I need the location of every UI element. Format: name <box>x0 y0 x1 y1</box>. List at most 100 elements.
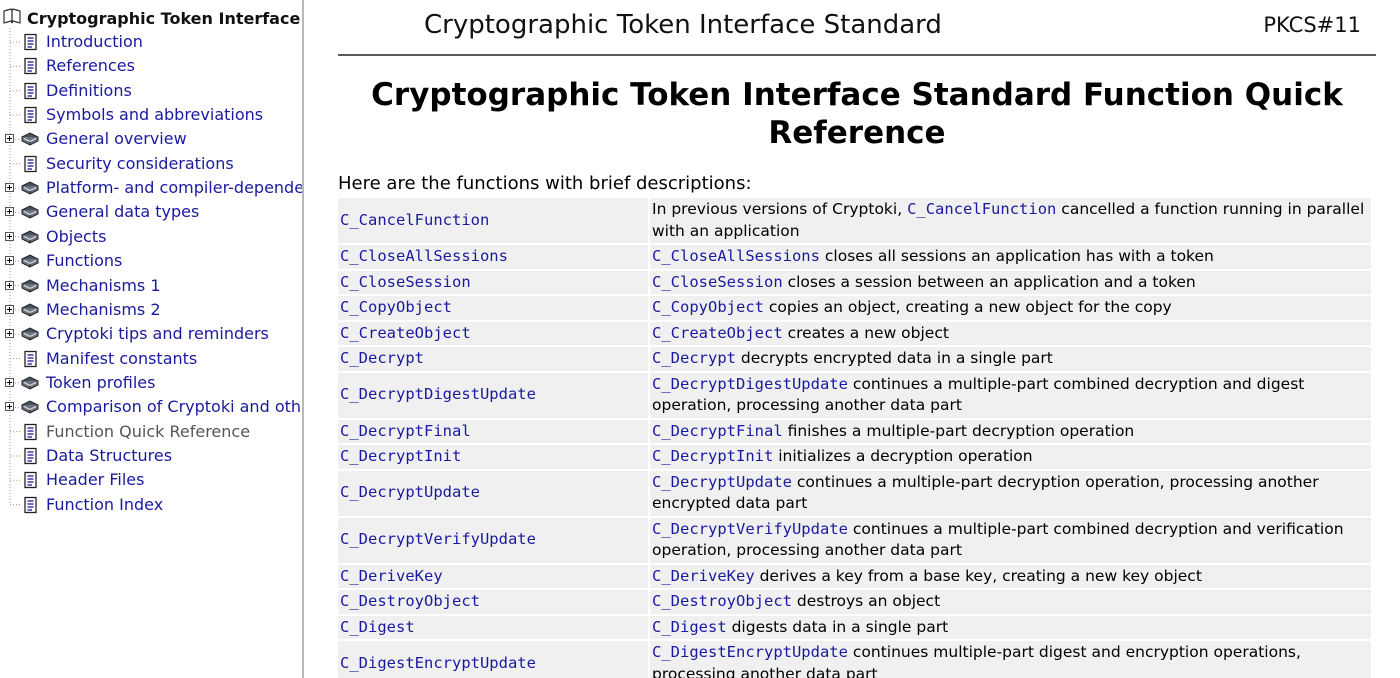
sidebar-item-manifest-constants[interactable]: Manifest constants <box>0 348 302 370</box>
sidebar-item-introduction[interactable]: Introduction <box>0 31 302 53</box>
function-link[interactable]: C_CloseAllSessions <box>340 247 508 265</box>
function-link[interactable]: C_DecryptUpdate <box>340 483 480 501</box>
function-description-cell: C_CopyObject copies an object, creating … <box>650 296 1371 320</box>
sidebar-item-label: Data Structures <box>46 445 173 465</box>
table-row: C_CancelFunction In previous versions of … <box>338 198 1371 243</box>
function-link[interactable]: C_DecryptInit <box>340 447 461 465</box>
sidebar-item-function-index[interactable]: Function Index <box>0 494 302 516</box>
page-icon <box>21 447 39 465</box>
table-row: C_Decrypt C_Decrypt decrypts encrypted da… <box>338 347 1371 371</box>
tree-root[interactable]: Cryptographic Token Interface <box>3 7 300 29</box>
description-text: copies an object, creating a new object … <box>763 298 1172 316</box>
function-link[interactable]: C_Decrypt <box>340 349 424 367</box>
function-link[interactable]: C_CloseSession <box>340 273 471 291</box>
function-name-cell: C_DestroyObject <box>338 590 648 614</box>
sidebar-item-functions[interactable]: Functions <box>0 250 302 272</box>
sidebar-item-mechanisms-2[interactable]: Mechanisms 2 <box>0 299 302 321</box>
sidebar-item-mechanisms-1[interactable]: Mechanisms 1 <box>0 275 302 297</box>
function-link[interactable]: C_DecryptFinal <box>652 422 783 440</box>
function-link[interactable]: C_CancelFunction <box>340 211 489 229</box>
expand-icon[interactable] <box>5 304 14 314</box>
sidebar-item-general-data-types[interactable]: General data types <box>0 201 302 223</box>
function-description-cell: C_DecryptInit initializes a decryption o… <box>650 445 1371 469</box>
page-icon <box>21 82 39 100</box>
sidebar-item-header-files[interactable]: Header Files <box>0 469 302 491</box>
help-viewer: Cryptographic Token Interface Introducti… <box>0 0 1400 678</box>
function-link[interactable]: C_DecryptUpdate <box>652 473 792 491</box>
expand-icon[interactable] <box>5 377 14 387</box>
description-text: initializes a decryption operation <box>773 447 1033 465</box>
function-link[interactable]: C_Decrypt <box>652 349 736 367</box>
function-link[interactable]: C_DecryptInit <box>652 447 773 465</box>
function-link[interactable]: C_CopyObject <box>652 298 764 316</box>
sidebar-item-data-structures[interactable]: Data Structures <box>0 445 302 467</box>
function-link[interactable]: C_CloseSession <box>652 273 783 291</box>
expand-icon[interactable] <box>5 183 14 193</box>
expand-icon[interactable] <box>5 207 14 217</box>
function-link[interactable]: C_DecryptDigestUpdate <box>340 385 536 403</box>
page-icon <box>21 496 39 514</box>
expand-icon[interactable] <box>5 134 14 144</box>
sidebar-item-comparison-of-cryptoki-and-othe[interactable]: Comparison of Cryptoki and othe <box>0 396 302 418</box>
function-link[interactable]: C_Digest <box>340 618 415 636</box>
expand-icon[interactable] <box>5 256 14 266</box>
sidebar-item-label: Cryptoki tips and reminders <box>46 324 269 344</box>
function-link[interactable]: C_DestroyObject <box>652 592 792 610</box>
function-link[interactable]: C_DeriveKey <box>652 567 755 585</box>
function-link[interactable]: C_CancelFunction <box>907 200 1056 218</box>
book-icon <box>20 398 40 416</box>
book-icon <box>20 130 40 148</box>
sidebar-item-general-overview[interactable]: General overview <box>0 128 302 150</box>
sidebar-item-function-quick-reference[interactable]: Function Quick Reference <box>0 421 302 443</box>
table-row: C_CopyObject C_CopyObject copies an objec… <box>338 296 1371 320</box>
book-icon <box>20 325 40 343</box>
expand-icon[interactable] <box>5 280 14 290</box>
table-row: C_Digest C_Digest digests data in a singl… <box>338 615 1371 639</box>
function-link[interactable]: C_DigestEncryptUpdate <box>340 654 536 672</box>
sidebar-item-objects[interactable]: Objects <box>0 226 302 248</box>
function-link[interactable]: C_DecryptFinal <box>340 422 471 440</box>
function-link[interactable]: C_DeriveKey <box>340 567 443 585</box>
table-row: C_CloseAllSessions C_CloseAllSessions clo… <box>338 245 1371 269</box>
function-link[interactable]: C_DestroyObject <box>340 592 480 610</box>
expand-icon[interactable] <box>5 231 14 241</box>
function-name-cell: C_DecryptVerifyUpdate <box>338 517 648 563</box>
function-name-cell: C_CancelFunction <box>338 198 648 243</box>
sidebar-item-label: Manifest constants <box>46 348 198 368</box>
function-link[interactable]: C_DigestEncryptUpdate <box>652 643 848 661</box>
sidebar-item-label: Security considerations <box>46 153 234 173</box>
sidebar-tree[interactable]: Cryptographic Token Interface Introducti… <box>0 0 304 678</box>
sidebar-item-label: Token profiles <box>46 372 156 392</box>
page-icon <box>21 33 39 51</box>
function-link[interactable]: C_CreateObject <box>340 324 471 342</box>
function-name-cell: C_CopyObject <box>338 296 648 320</box>
function-name-cell: C_DigestEncryptUpdate <box>338 641 648 678</box>
function-link[interactable]: C_DecryptDigestUpdate <box>652 375 848 393</box>
function-name-cell: C_DeriveKey <box>338 564 648 588</box>
page-icon <box>21 106 39 124</box>
function-link[interactable]: C_CreateObject <box>652 324 783 342</box>
function-description-cell: C_CloseSession closes a session between … <box>650 270 1371 294</box>
sidebar-item-label: Comparison of Cryptoki and othe <box>46 397 302 417</box>
header-doc-id: PKCS#11 <box>1263 13 1361 37</box>
expand-icon[interactable] <box>5 402 14 412</box>
function-link[interactable]: C_DecryptVerifyUpdate <box>340 530 536 548</box>
function-link[interactable]: C_Digest <box>652 618 727 636</box>
sidebar-item-cryptoki-tips-and-reminders[interactable]: Cryptoki tips and reminders <box>0 323 302 345</box>
sidebar-item-symbols-and-abbreviations[interactable]: Symbols and abbreviations <box>0 104 302 126</box>
sidebar-item-platform-and-compiler-depende[interactable]: Platform- and compiler-depende <box>0 177 302 199</box>
function-description-cell: C_DestroyObject destroys an object <box>650 590 1371 614</box>
sidebar-item-references[interactable]: References <box>0 55 302 77</box>
book-icon <box>20 277 40 295</box>
function-description-cell: In previous versions of Cryptoki, C_Canc… <box>650 198 1371 243</box>
sidebar-item-definitions[interactable]: Definitions <box>0 80 302 102</box>
description-text: derives a key from a base key, creating … <box>754 566 1202 585</box>
function-link[interactable]: C_CloseAllSessions <box>652 247 820 265</box>
sidebar-item-security-considerations[interactable]: Security considerations <box>0 153 302 175</box>
page-icon <box>21 350 39 368</box>
page-icon <box>21 57 39 75</box>
sidebar-item-token-profiles[interactable]: Token profiles <box>0 372 302 394</box>
function-link[interactable]: C_DecryptVerifyUpdate <box>652 520 848 538</box>
expand-icon[interactable] <box>5 329 14 339</box>
function-link[interactable]: C_CopyObject <box>340 298 452 316</box>
